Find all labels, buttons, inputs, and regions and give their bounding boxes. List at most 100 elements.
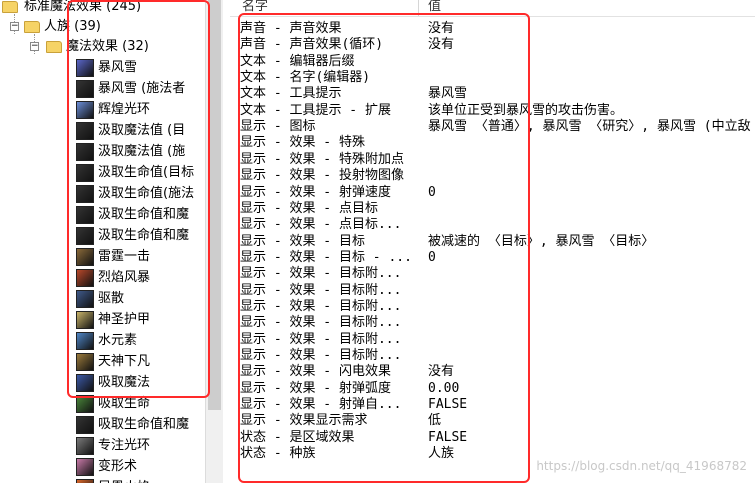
tree-spell-item-label: 凤凰火焰 [98, 478, 150, 483]
brilliance-aura-icon [76, 101, 94, 119]
table-header: 名字 值 [230, 0, 755, 17]
property-name-cell: 声音 - 声音效果 [240, 21, 342, 36]
tree-spell-item-label: 驱散 [98, 291, 125, 306]
generic-spell-icon [76, 164, 94, 182]
property-value-cell[interactable]: 没有 [428, 37, 454, 53]
folder-icon [2, 1, 18, 13]
property-value-cell[interactable]: FALSE [428, 430, 467, 446]
generic-spell-icon [76, 416, 94, 434]
tree-spell-item-label: 汲取魔法值 (目 [98, 123, 186, 138]
property-name-cell: 显示 - 效果 - 目标 [240, 233, 365, 249]
property-name-cell: 状态 - 是区域效果 [240, 429, 355, 445]
tree-spell-item-label: 神圣护甲 [98, 312, 151, 327]
divine-shield-icon [76, 311, 94, 329]
property-value-cell[interactable]: 没有 [428, 364, 454, 380]
column-header-name[interactable]: 名字 [242, 0, 268, 16]
polymorph-icon [76, 458, 94, 476]
property-name-cell: 显示 - 效果 - 目标附... [240, 266, 402, 282]
property-value-cell[interactable]: 人族 [428, 446, 454, 462]
property-name-cell: 声音 - 声音效果(循环) [240, 37, 384, 53]
property-name-cell: 显示 - 效果 - 射弹自... [240, 397, 402, 413]
property-name-cell: 显示 - 效果 - 投射物图像 [240, 168, 404, 184]
blizzard-icon [76, 59, 94, 77]
property-value-cell[interactable]: 暴风雪 [428, 86, 467, 102]
property-name-cell: 显示 - 效果 - 目标附... [240, 315, 402, 331]
tree-spell-item-label: 辉煌光环 [98, 102, 151, 117]
property-name-cell: 显示 - 效果 - 目标 - ... [240, 249, 412, 265]
generic-spell-icon [76, 80, 94, 98]
property-name-cell: 显示 - 效果 - 射弹速度 [240, 184, 391, 200]
tree-spell-item-label: 专注光环 [98, 438, 151, 453]
tree-spell-item-label: 汲取生命值和魔 [98, 228, 190, 243]
watermark: https://blog.csdn.net/qq_41968782 [536, 459, 747, 473]
avatar-icon [76, 353, 94, 371]
collapse-toggle-icon[interactable]: − [30, 42, 39, 51]
tree-node-category-label: 魔法效果 (32) [66, 39, 149, 54]
devotion-aura-icon [76, 437, 94, 455]
tree-spell-item-label: 汲取生命值(目标 [98, 165, 195, 180]
property-name-cell: 文本 - 名字(编辑器) [240, 70, 371, 86]
life-drain-icon [76, 395, 94, 413]
tree-spell-item-label: 暴风雪 (施法者 [98, 81, 186, 96]
generic-spell-icon [76, 185, 94, 203]
property-value-cell[interactable]: 低 [428, 413, 441, 429]
folder-icon [46, 41, 62, 53]
column-divider[interactable] [418, 0, 419, 16]
tree-spell-item-label: 水元素 [98, 333, 138, 348]
tree-spell-item-label: 汲取魔法值 (施 [98, 144, 186, 159]
generic-spell-icon [76, 206, 94, 224]
tree-spell-item-label: 汲取生命值和魔 [98, 207, 190, 222]
property-name-cell: 文本 - 工具提示 [240, 86, 342, 102]
generic-spell-icon [76, 227, 94, 245]
phoenix-fire-icon [76, 479, 94, 483]
property-name-cell: 显示 - 效果 - 目标附... [240, 348, 402, 363]
column-header-value[interactable]: 值 [428, 0, 441, 16]
property-name-cell: 显示 - 效果 - 特殊附加点 [240, 151, 404, 167]
property-table: 名字 值 声音 - 声音效果 没有 声音 - 声音效果(循环) 没有 文本 - 编辑器后… [230, 0, 755, 483]
property-value-cell[interactable]: 0.00 [428, 381, 459, 397]
property-value-cell[interactable]: 0 [428, 250, 436, 266]
tree-spell-item-label: 吸取魔法 [98, 375, 151, 390]
tree-spell-item-label: 吸取生命值和魔 [98, 417, 190, 432]
tree-node-race-label: 人族 (39) [44, 19, 101, 34]
property-name-cell: 显示 - 效果 - 目标附... [240, 298, 402, 314]
property-name-cell: 显示 - 效果 - 射弹弧度 [240, 380, 391, 396]
property-value-cell[interactable]: FALSE [428, 397, 467, 413]
property-name-cell: 显示 - 效果显示需求 [240, 413, 368, 429]
property-name-cell: 显示 - 图标 [240, 119, 316, 135]
property-name-cell: 显示 - 效果 - 闪电效果 [240, 364, 391, 380]
tree-spell-item-label: 暴风雪 [98, 60, 138, 75]
scrollbar-thumb[interactable] [208, 0, 221, 410]
property-name-cell: 状态 - 种族 [240, 446, 316, 462]
tree-spell-item-label: 变形术 [98, 459, 138, 474]
property-value-cell[interactable]: 没有 [428, 21, 454, 37]
flamestrike-icon [76, 269, 94, 287]
property-name-cell: 显示 - 效果 - 点目标... [240, 217, 402, 233]
property-name-cell: 显示 - 效果 - 点目标 [240, 200, 378, 216]
property-name-cell: 文本 - 编辑器后缀 [240, 53, 355, 69]
property-name-cell: 显示 - 效果 - 目标附... [240, 331, 402, 347]
tree-scrollbar[interactable] [205, 0, 223, 483]
property-value-cell[interactable]: 该单位正受到暴风雪的攻击伤害。 [428, 103, 623, 119]
collapse-toggle-icon[interactable]: − [10, 22, 19, 31]
tree-spell-item-label: 吸取生命 [98, 396, 151, 411]
water-elemental-icon [76, 332, 94, 350]
tree-node-root-label: 标准魔法效果 (245) [24, 0, 142, 14]
generic-spell-icon [76, 143, 94, 161]
property-name-cell: 显示 - 效果 - 目标附... [240, 282, 402, 298]
siphon-mana-icon [76, 374, 94, 392]
dispel-icon [76, 290, 94, 308]
tree-spell-item-label: 天神下凡 [98, 354, 151, 369]
property-name-cell: 显示 - 效果 - 特殊 [240, 135, 365, 151]
object-tree[interactable]: 标准魔法效果 (245) − 人族 (39) − 魔法效果 (32) 暴风雪暴风… [0, 0, 205, 483]
tree-spell-item-label: 烈焰风暴 [98, 270, 151, 285]
property-value-cell[interactable]: 0 [428, 185, 436, 201]
generic-spell-icon [76, 122, 94, 140]
property-value-cell[interactable]: 被减速的 〈目标〉, 暴风雪 〈目标〉 [428, 234, 654, 250]
thunderclap-icon [76, 248, 94, 266]
property-value-cell[interactable]: 暴风雪 〈普通〉, 暴风雪 〈研究〉, 暴风雪 (中立敌 [428, 119, 751, 135]
property-name-cell: 文本 - 工具提示 - 扩展 [240, 102, 391, 118]
folder-icon [24, 21, 40, 33]
tree-spell-item-label: 雷霆一击 [98, 249, 151, 264]
tree-spell-item-label: 汲取生命值(施法 [98, 186, 195, 201]
